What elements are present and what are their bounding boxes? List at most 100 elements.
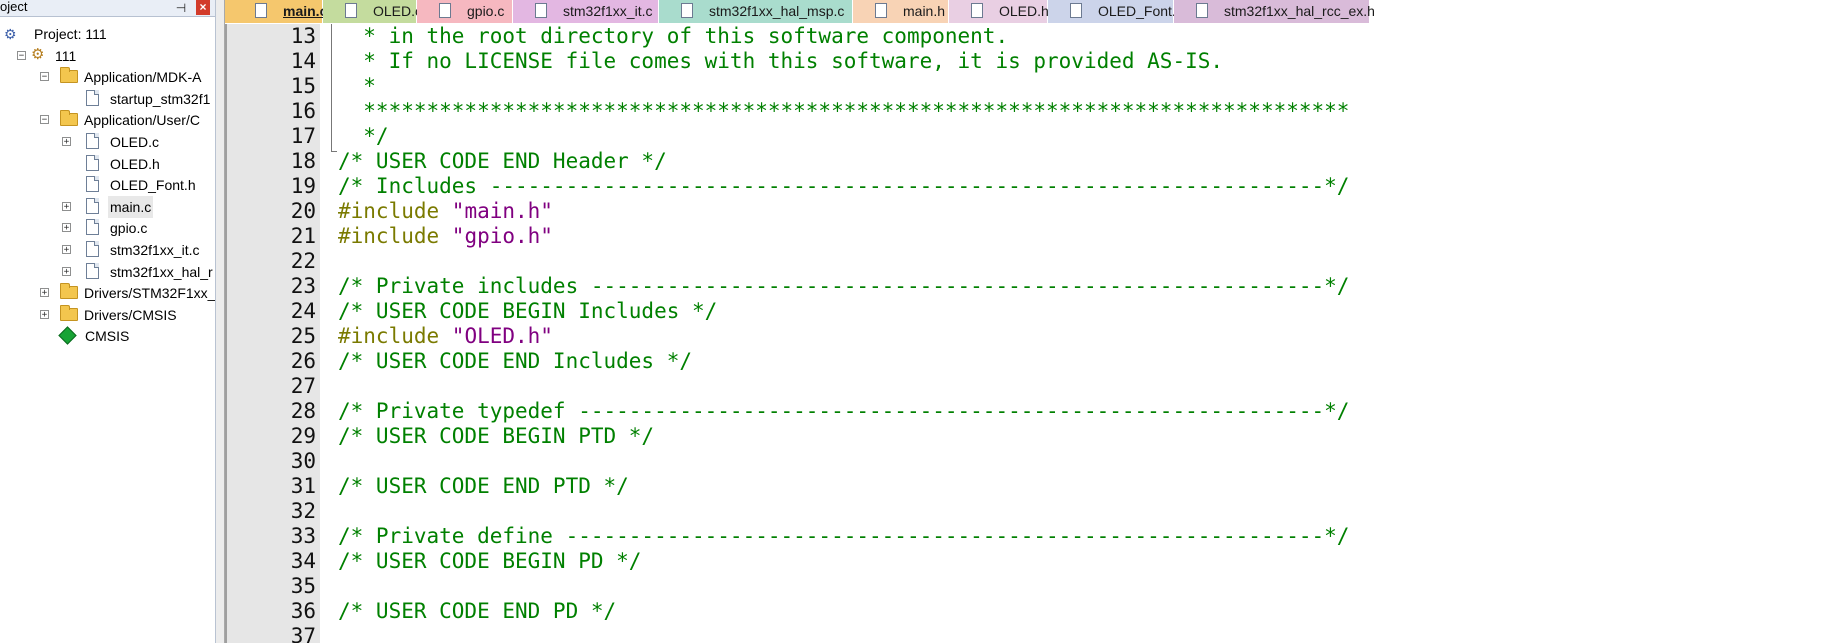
expand-icon[interactable]: + xyxy=(40,309,49,319)
line-text: /* USER CODE END Header */ xyxy=(338,149,667,173)
file-icon xyxy=(255,3,267,18)
tree-item-oled-h[interactable]: OLED.h xyxy=(0,153,214,175)
tab-label: main.c xyxy=(283,3,328,19)
tree-item-oled-font-h[interactable]: OLED_Font.h xyxy=(0,174,214,196)
code-line[interactable]: 32 xyxy=(225,499,1821,524)
tab-oled-font-h[interactable]: OLED_Font.h xyxy=(1048,0,1184,23)
expand-icon[interactable]: + xyxy=(40,288,49,298)
tree-item-gpio-c[interactable]: + gpio.c xyxy=(0,217,214,239)
code-line[interactable]: 23 /* Private includes ------------------… xyxy=(225,274,1821,299)
code-line[interactable]: 37 xyxy=(225,624,1821,643)
line-number: 35 xyxy=(290,574,316,598)
line-text: ****************************************… xyxy=(338,99,1350,123)
tree-item-cmsis[interactable]: CMSIS xyxy=(0,325,214,347)
tree-item-111[interactable]: − ⚙ 111 xyxy=(0,45,214,67)
project-panel: oject ⊣ × ⚙ Project: 111− ⚙ 111− Application… xyxy=(0,0,216,643)
code-line[interactable]: 36 /* USER CODE END PD */ xyxy=(225,599,1821,624)
tree-item-oled-c[interactable]: + OLED.c xyxy=(0,131,214,153)
tree-item-startup-stm32f1[interactable]: startup_stm32f1 xyxy=(0,88,214,110)
code-line[interactable]: 29 /* USER CODE BEGIN PTD */ xyxy=(225,424,1821,449)
tab-stm32f1xx-it-c[interactable]: stm32f1xx_it.c xyxy=(513,0,659,23)
file-icon xyxy=(875,3,887,18)
code-line[interactable]: 15 * xyxy=(225,74,1821,99)
tab-gpio-c[interactable]: gpio.c xyxy=(417,0,513,23)
tab-oled-c[interactable]: OLED.c* xyxy=(323,0,427,23)
tree-item-stm32f1xx-it-c[interactable]: + stm32f1xx_it.c xyxy=(0,239,214,261)
expand-icon[interactable]: + xyxy=(62,201,71,211)
tab-oled-h[interactable]: OLED.h xyxy=(949,0,1049,23)
expand-icon[interactable]: + xyxy=(62,266,71,276)
tree-item-label: Project: 111 xyxy=(34,26,107,42)
tree-item-label: CMSIS xyxy=(85,328,130,345)
tree-item-drivers-stm32f1xx[interactable]: + Drivers/STM32F1xx_ xyxy=(0,282,215,304)
line-number: 36 xyxy=(290,599,316,623)
tab-label: OLED_Font.h xyxy=(1098,3,1184,19)
tree-item-application-mdk-a[interactable]: − Application/MDK-A xyxy=(0,66,214,88)
pin-icon[interactable]: ⊣ xyxy=(174,0,188,16)
code-line[interactable]: 14 * If no LICENSE file comes with this … xyxy=(225,49,1821,74)
code-line[interactable]: 28 /* Private typedef -------------------… xyxy=(225,399,1821,424)
code-line[interactable]: 33 /* Private define --------------------… xyxy=(225,524,1821,549)
code-line[interactable]: 18 /* USER CODE END Header */ xyxy=(225,149,1821,174)
close-icon[interactable]: × xyxy=(196,0,210,15)
tree-item-label: OLED_Font.h xyxy=(110,177,196,194)
collapse-icon[interactable]: − xyxy=(40,72,49,82)
tree-item-label: main.c xyxy=(108,195,154,218)
code-line[interactable]: 17 */ xyxy=(225,124,1821,149)
code-line[interactable]: 16 *************************************… xyxy=(225,99,1821,124)
code-line[interactable]: 21 #include "gpio.h" xyxy=(225,224,1821,249)
tree-item-main-c[interactable]: + main.c xyxy=(0,195,214,218)
tab-main-h[interactable]: main.h xyxy=(853,0,949,23)
code-editor[interactable]: 13 * in the root directory of this softw… xyxy=(225,24,1821,643)
line-number: 21 xyxy=(290,224,316,248)
tree-item-application-user-c[interactable]: − Application/User/C xyxy=(0,109,214,131)
file-icon xyxy=(1196,3,1208,18)
tab-main-c[interactable]: main.c xyxy=(225,0,327,23)
line-number: 22 xyxy=(290,249,316,273)
file-icon xyxy=(439,3,451,18)
code-line[interactable]: 13 * in the root directory of this softw… xyxy=(225,24,1821,49)
file-icon xyxy=(86,219,99,236)
panel-splitter[interactable] xyxy=(216,0,225,643)
code-line[interactable]: 31 /* USER CODE END PTD */ xyxy=(225,474,1821,499)
folder-icon xyxy=(60,283,78,300)
code-line[interactable]: 26 /* USER CODE END Includes */ xyxy=(225,349,1821,374)
preprocessor-directive: #include xyxy=(338,324,452,348)
tree-item-project-111[interactable]: ⚙ Project: 111 xyxy=(0,23,214,45)
tree-item-drivers-cmsis[interactable]: + Drivers/CMSIS xyxy=(0,304,214,326)
tab-stm32f1xx-hal-msp-c[interactable]: stm32f1xx_hal_msp.c xyxy=(659,0,853,23)
line-number: 16 xyxy=(290,99,316,123)
code-line[interactable]: 27 xyxy=(225,374,1821,399)
line-number: 14 xyxy=(290,49,316,73)
collapse-icon[interactable]: − xyxy=(17,50,26,60)
line-text: * in the root directory of this software… xyxy=(338,24,1009,48)
file-icon xyxy=(86,176,99,193)
expand-icon[interactable]: + xyxy=(62,245,71,255)
preprocessor-directive: #include xyxy=(338,199,452,223)
code-line[interactable]: 34 /* USER CODE BEGIN PD */ xyxy=(225,549,1821,574)
code-line[interactable]: 25 #include "OLED.h" xyxy=(225,324,1821,349)
code-line[interactable]: 30 xyxy=(225,449,1821,474)
code-line[interactable]: 20 #include "main.h" xyxy=(225,199,1821,224)
tree-item-label: 111 xyxy=(55,47,77,64)
expand-icon[interactable]: + xyxy=(62,137,71,147)
tree-item-stm32f1xx-hal-r[interactable]: + stm32f1xx_hal_r xyxy=(0,261,214,283)
line-number: 13 xyxy=(290,24,316,48)
tree-item-label: OLED.c xyxy=(110,134,160,150)
code-line[interactable]: 24 /* USER CODE BEGIN Includes */ xyxy=(225,299,1821,324)
expand-icon[interactable]: + xyxy=(62,223,71,233)
line-text: /* USER CODE BEGIN Includes */ xyxy=(338,299,718,323)
tree-item-label: Drivers/CMSIS xyxy=(84,306,177,323)
tree-item-label: startup_stm32f1 xyxy=(110,90,211,107)
folder-icon xyxy=(60,304,78,321)
collapse-icon[interactable]: − xyxy=(40,115,49,125)
code-line[interactable]: 19 /* Includes --------------------------… xyxy=(225,174,1821,199)
file-icon xyxy=(971,3,983,18)
file-icon xyxy=(86,89,99,106)
editor-tab-bar: main.c OLED.c* gpio.c stm32f1xx_it.c stm32f1… xyxy=(225,0,1821,25)
line-number: 19 xyxy=(290,174,316,198)
code-line[interactable]: 22 xyxy=(225,249,1821,274)
code-line[interactable]: 35 xyxy=(225,574,1821,599)
line-number: 20 xyxy=(290,199,316,223)
tab-stm32f1xx-hal-rcc-ex-h[interactable]: stm32f1xx_hal_rcc_ex.h xyxy=(1174,0,1375,23)
